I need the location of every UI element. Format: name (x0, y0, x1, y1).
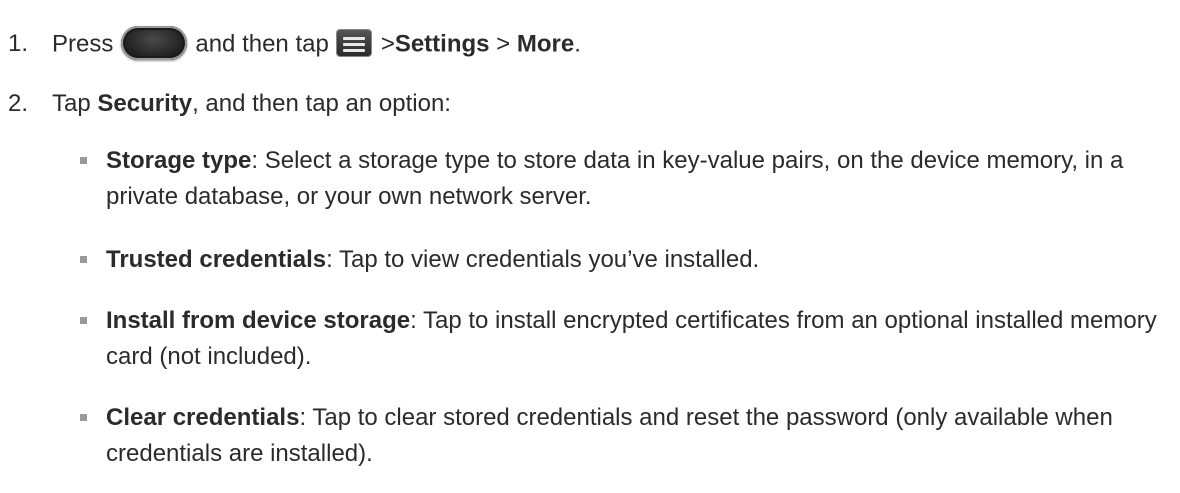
option-term: Trusted credentials (106, 246, 327, 273)
step-text: Press (52, 30, 114, 58)
bullet-icon (80, 317, 87, 324)
home-key-icon (121, 26, 188, 60)
bullet-icon (80, 256, 87, 263)
bullet-icon (80, 414, 87, 421)
bullet-icon (80, 157, 87, 164)
step-number: 2. (8, 90, 29, 117)
step-text: > (380, 30, 395, 58)
step-end: . (574, 30, 581, 58)
option-term: Storage type (106, 147, 252, 174)
step-separator: > (489, 30, 517, 58)
step-number: 1. (8, 30, 29, 58)
step-text: , and then tap an option: (192, 90, 451, 117)
security-label: Security (97, 90, 193, 117)
option-term: Install from device storage (106, 307, 411, 334)
option-storage-type: Storage type: Select a storage type to s… (80, 143, 1166, 215)
option-trusted-credentials: Trusted credentials: Tap to view credent… (80, 242, 1166, 278)
option-clear-credentials: Clear credentials: Tap to clear stored c… (80, 400, 1166, 472)
option-install-from-device-storage: Install from device storage: Tap to inst… (80, 303, 1166, 375)
step-2: 2. Tap Security, and then tap an option: (8, 89, 451, 119)
step-text: Tap (52, 90, 98, 117)
option-term: Clear credentials (106, 404, 300, 431)
step-text: and then tap (195, 30, 329, 58)
option-description: : Tap to view credentials you’ve install… (326, 246, 760, 273)
step-1: 1. Press and then tap >Settings > More. (8, 26, 581, 64)
more-label: More (516, 30, 575, 58)
option-description: : Select a storage type to store data in… (106, 147, 1124, 210)
menu-icon (336, 30, 371, 56)
settings-label: Settings (394, 30, 490, 58)
